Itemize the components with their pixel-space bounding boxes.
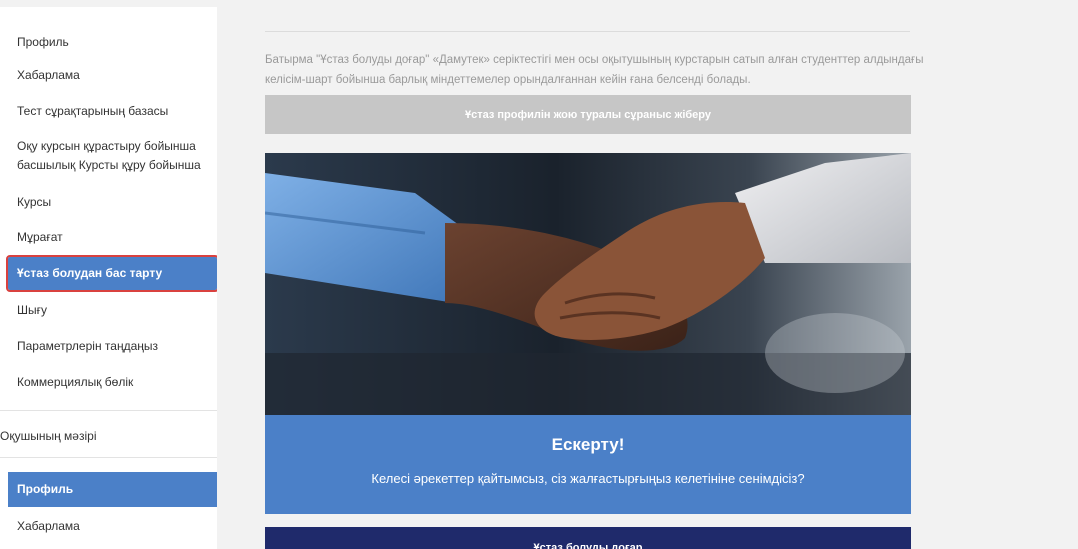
sidebar-item-test-bank[interactable]: Тест сұрақтарының базасы: [8, 100, 217, 122]
request-delete-profile-button[interactable]: Ұстаз профилін жою туралы сұраныс жіберу: [265, 95, 911, 134]
sidebar-item-course-guide[interactable]: Оқу курсын құрастыру бойынша басшылық Ку…: [8, 137, 217, 177]
sidebar-item-label: Курсы: [17, 194, 52, 209]
sidebar-item-label: Параметрлерін таңдаңыз: [17, 338, 158, 353]
warning-title: Ескерту!: [551, 435, 625, 454]
divider: [0, 457, 217, 458]
stop-teaching-button[interactable]: Ұстаз болуды доғар: [265, 527, 911, 549]
sidebar-item-archive[interactable]: Мұрағат: [8, 226, 217, 248]
main-content: Батырма "Ұстаз болуды доғар" «Дамутек» с…: [217, 0, 1078, 549]
sidebar-item-commercial[interactable]: Коммерциялық бөлік: [8, 371, 217, 393]
sidebar-item-student-profile[interactable]: Профиль: [8, 472, 217, 507]
sidebar-item-label: Профиль: [17, 482, 74, 496]
intro-text: Батырма "Ұстаз болуды доғар" «Дамутек» с…: [265, 54, 924, 86]
handshake-illustration: [265, 153, 911, 415]
sidebar-item-label: Хабарлама: [17, 67, 80, 82]
sidebar-item-label: басшылық Курсты құру бойынша: [17, 158, 201, 172]
handshake-photo: [265, 153, 911, 415]
sidebar-item-logout[interactable]: Шығу: [8, 299, 217, 321]
warning-text: Келесі әрекеттер қайтымсыз, сіз жалғасты…: [371, 471, 805, 486]
sidebar-item-label: Коммерциялық бөлік: [17, 374, 134, 389]
student-menu-title: Оқушының мәзірі: [0, 429, 97, 443]
sidebar-item-label: Оқу курсын құрастыру бойынша: [17, 139, 196, 153]
sidebar-item-student-notifications[interactable]: Хабарлама: [8, 515, 217, 537]
warning-panel: Ескерту! Келесі әрекеттер қайтымсыз, сіз…: [265, 415, 911, 514]
divider: [265, 31, 910, 32]
sidebar-item-label: Хабарлама: [17, 518, 80, 533]
sidebar-item-label: Профиль: [17, 34, 69, 49]
sidebar-item-profile[interactable]: Профиль: [8, 31, 217, 53]
sidebar-item-notifications[interactable]: Хабарлама: [8, 64, 217, 86]
sidebar-item-quit-teaching[interactable]: Ұстаз болудан бас тарту: [6, 255, 219, 292]
sidebar-item-label: Мұрағат: [17, 229, 63, 244]
sidebar-item-settings[interactable]: Параметрлерін таңдаңыз: [8, 335, 217, 357]
divider: [0, 410, 217, 411]
sidebar-item-label: Шығу: [17, 302, 47, 317]
sidebar-item-label: Ұстаз болудан бас тарту: [17, 266, 163, 280]
sidebar-item-courses[interactable]: Курсы: [8, 191, 217, 213]
sidebar: Профиль Хабарлама Тест сұрақтарының база…: [0, 7, 219, 549]
sidebar-item-label: Тест сұрақтарының базасы: [17, 103, 169, 118]
